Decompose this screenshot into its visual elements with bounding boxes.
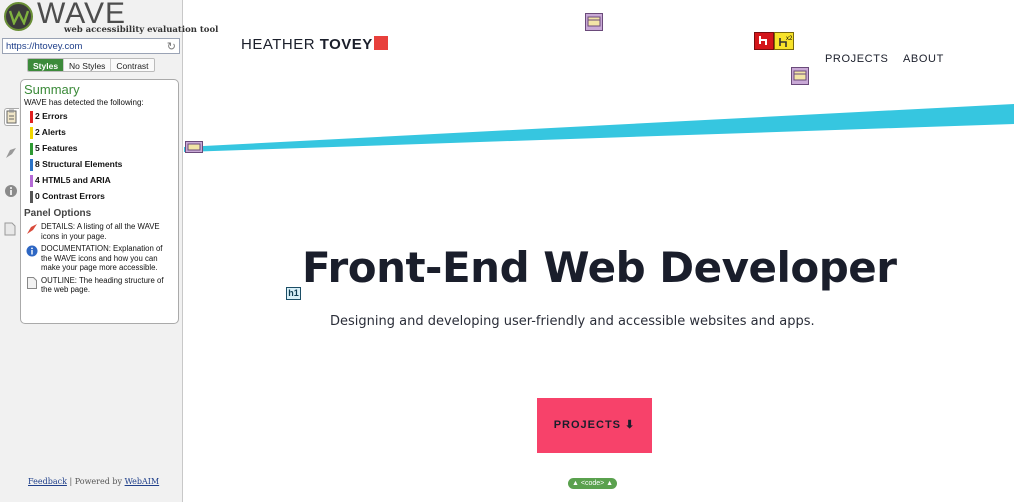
count-list: 2 Errors 2 Alerts 5 Features 8 Structura… <box>24 110 175 206</box>
logo-mark-icon <box>373 36 388 50</box>
nav-projects[interactable]: PROJECTS <box>825 53 888 65</box>
h1-heading-icon[interactable]: h1 <box>286 287 301 300</box>
hero-subtitle: Designing and developing user-friendly a… <box>330 314 815 329</box>
details-tab[interactable] <box>4 146 18 160</box>
flag-icon <box>27 224 37 234</box>
panel-footer: Feedback | Powered by WebAIM <box>28 477 160 486</box>
document-icon <box>27 276 37 289</box>
contrast-bar <box>30 191 33 203</box>
features-count[interactable]: 5 Features <box>24 142 175 158</box>
alerts-bar <box>30 127 33 139</box>
reload-icon[interactable]: ↻ <box>167 40 176 53</box>
structural-elements-count[interactable]: 8 Structural Elements <box>24 158 175 174</box>
contrast-button[interactable]: Contrast <box>111 59 154 71</box>
info-tab-icon <box>5 185 17 197</box>
summary-intro: WAVE has detected the following: <box>24 98 144 107</box>
wave-sidebar: WAVE web accessibility evaluation tool h… <box>0 0 218 502</box>
aria-bar <box>30 175 33 187</box>
no-styles-button[interactable]: No Styles <box>64 59 112 71</box>
documentation-option[interactable]: DOCUMENTATION: Explanation of the WAVE i… <box>24 244 175 273</box>
errors-bar <box>30 111 33 123</box>
info-icon <box>26 245 38 257</box>
summary-title: Summary <box>24 82 80 97</box>
details-option[interactable]: DETAILS: A listing of all the WAVE icons… <box>24 222 175 241</box>
outline-tab[interactable] <box>4 222 18 236</box>
html5-aria-count[interactable]: 4 HTML5 and ARIA <box>24 174 175 190</box>
structural-bar <box>30 159 33 171</box>
outline-option[interactable]: OUTLINE: The heading structure of the we… <box>24 276 175 295</box>
webaim-link[interactable]: WebAIM <box>125 477 160 486</box>
error-icon[interactable] <box>754 32 774 50</box>
documentation-tab[interactable] <box>4 184 18 198</box>
url-text: https://htovey.com <box>6 41 83 52</box>
nav-about[interactable]: ABOUT <box>903 53 944 65</box>
styles-toggle: Styles No Styles Contrast <box>27 58 155 72</box>
alert-icon[interactable]: x2 <box>774 32 794 50</box>
panel-options-title: Panel Options <box>24 208 92 219</box>
features-bar <box>30 143 33 155</box>
alerts-count[interactable]: 2 Alerts <box>24 126 175 142</box>
feedback-link[interactable]: Feedback <box>28 477 67 486</box>
svg-text:x2: x2 <box>786 36 793 42</box>
code-element-icon[interactable]: ▲ <code> ▲ <box>568 478 618 489</box>
errors-count[interactable]: 2 Errors <box>24 110 175 126</box>
contrast-errors-count[interactable]: 0 Contrast Errors <box>24 190 175 206</box>
flag-tab-icon <box>6 148 16 158</box>
hero-title: Front-End Web Developer <box>302 243 897 292</box>
document-tab-icon <box>4 222 16 236</box>
projects-cta-button[interactable]: PROJECTS ⬇ <box>537 398 652 453</box>
clipboard-icon <box>6 109 17 124</box>
styles-button[interactable]: Styles <box>28 59 65 71</box>
structure-icon[interactable] <box>585 13 603 31</box>
structure-icon-stripe[interactable] <box>185 141 203 153</box>
summary-panel: Summary WAVE has detected the following:… <box>20 79 179 324</box>
summary-tab[interactable] <box>4 108 19 126</box>
wave-logo: WAVE web accessibility evaluation tool <box>2 0 218 36</box>
site-logo[interactable]: HEATHER TOVEY <box>241 36 388 53</box>
structure-icon-nav[interactable] <box>791 67 809 85</box>
url-field[interactable]: https://htovey.com ↻ <box>2 38 180 54</box>
website-content: HEATHER TOVEY PROJECTS ABOUT Front-End W… <box>184 0 1014 502</box>
wave-logo-icon <box>4 2 33 31</box>
